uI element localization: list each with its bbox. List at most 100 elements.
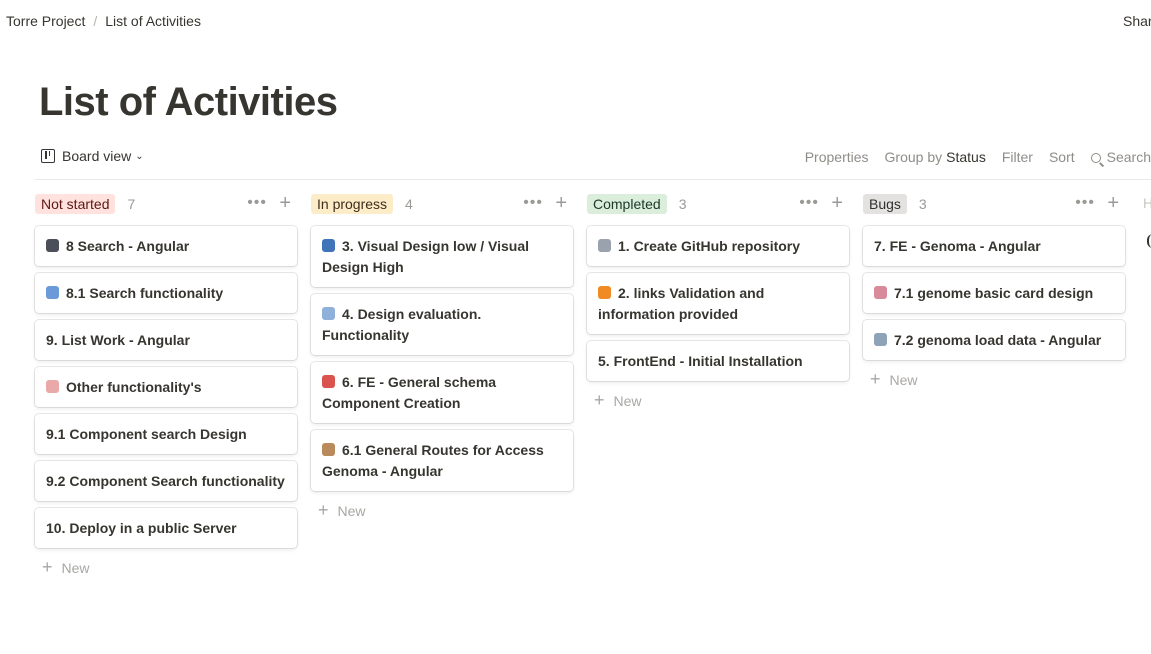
- board-card[interactable]: 5. FrontEnd - Initial Installation: [587, 341, 849, 381]
- board-card[interactable]: 2. links Validation and information prov…: [587, 273, 849, 334]
- column-header: Not started 7 ••• +: [35, 192, 297, 215]
- card-title: 8 Search - Angular: [66, 238, 190, 254]
- new-card-label: New: [889, 371, 918, 388]
- card-title: 3. Visual Design low / Visual Design Hig…: [322, 238, 529, 275]
- card-title: 9. List Work - Angular: [46, 332, 190, 348]
- new-card-button[interactable]: + New: [863, 369, 1125, 390]
- add-card-icon[interactable]: +: [555, 192, 567, 215]
- column-header: In progress 4 ••• +: [311, 192, 573, 215]
- top-bar: Torre Project / List of Activities Shar: [0, 0, 1151, 42]
- toolbar-divider: [35, 179, 1151, 180]
- notepad-icon: [598, 239, 611, 252]
- board-column: In progress 4 ••• +3. Visual Design low / V…: [311, 192, 573, 521]
- card-title: Other functionality's: [66, 379, 202, 395]
- card-title: 1. Create GitHub repository: [618, 238, 801, 254]
- view-actions: Properties Group by Status Filter Sort Se…: [789, 149, 1151, 165]
- search-label: Search: [1106, 149, 1151, 165]
- board-view-icon: [41, 149, 55, 163]
- plus-icon: +: [870, 369, 881, 389]
- board-column: Completed 3 ••• +1. Create GitHub repositor…: [587, 192, 849, 411]
- board-card[interactable]: 9.2 Component Search functionality: [35, 461, 297, 501]
- board-card[interactable]: 8.1 Search functionality: [35, 273, 297, 313]
- card-title: 8.1 Search functionality: [66, 285, 224, 301]
- baseball-icon: [46, 380, 59, 393]
- board-card[interactable]: 9.1 Component search Design: [35, 414, 297, 454]
- card-title: 4. Design evaluation. Functionality: [322, 306, 482, 343]
- column-count: 4: [405, 196, 413, 212]
- board-card[interactable]: 4. Design evaluation. Functionality: [311, 294, 573, 355]
- magnifier-icon: [46, 286, 59, 299]
- board-card[interactable]: 7.2 genoma load data - Angular: [863, 320, 1125, 360]
- search-icon: [1090, 153, 1101, 163]
- board-column: Not started 7 ••• +8 Search - Angular 8.1 Se…: [35, 192, 297, 578]
- breadcrumb-current[interactable]: List of Activities: [105, 13, 201, 29]
- breadcrumb-root[interactable]: Torre Project: [6, 13, 85, 29]
- board-card[interactable]: 3. Visual Design low / Visual Design Hig…: [311, 226, 573, 287]
- card-title: 9.2 Component Search functionality: [46, 473, 285, 489]
- view-toolbar: Board view ⌄ Properties Group by Status F…: [35, 144, 1151, 172]
- card-title: 6.1 General Routes for Access Genoma - A…: [322, 442, 544, 479]
- book-icon: [874, 286, 887, 299]
- board-card[interactable]: Other functionality's: [35, 367, 297, 407]
- page-title[interactable]: List of Activities: [39, 80, 338, 125]
- card-title: 5. FrontEnd - Initial Installation: [598, 353, 803, 369]
- more-options-icon[interactable]: •••: [247, 194, 267, 212]
- board-card[interactable]: 10. Deploy in a public Server: [35, 508, 297, 548]
- next-column-hint: H: [1143, 195, 1151, 211]
- card-title: 9.1 Component search Design: [46, 426, 247, 442]
- board-card[interactable]: 7. FE - Genoma - Angular: [863, 226, 1125, 266]
- card-title: 2. links Validation and information prov…: [598, 285, 765, 322]
- status-badge[interactable]: Bugs: [863, 194, 907, 214]
- sort-button[interactable]: Sort: [1049, 149, 1075, 165]
- group-by-button[interactable]: Group by Status: [885, 149, 986, 165]
- add-card-icon[interactable]: +: [279, 192, 291, 215]
- paintbrush-icon: [322, 375, 335, 388]
- status-badge[interactable]: Completed: [587, 194, 667, 214]
- column-count: 7: [127, 196, 136, 212]
- board-card[interactable]: 6.1 General Routes for Access Genoma - A…: [311, 430, 573, 491]
- card-title: 10. Deploy in a public Server: [46, 520, 237, 536]
- properties-button[interactable]: Properties: [805, 149, 869, 165]
- new-card-button[interactable]: + New: [35, 557, 297, 578]
- status-badge[interactable]: Not started: [35, 194, 116, 214]
- status-badge[interactable]: In progress: [311, 194, 394, 214]
- board-column: Bugs 3 ••• +7. FE - Genoma - Angular 7.1 gen…: [863, 192, 1125, 390]
- more-options-icon[interactable]: •••: [1075, 194, 1095, 212]
- board-card[interactable]: 6. FE - General schema Component Creatio…: [311, 362, 573, 423]
- view-switcher[interactable]: Board view ⌄: [41, 148, 144, 164]
- new-card-button[interactable]: + New: [311, 500, 573, 521]
- new-card-label: New: [61, 559, 90, 576]
- search-button[interactable]: Search: [1090, 149, 1151, 165]
- plus-icon: +: [594, 390, 605, 410]
- board-card[interactable]: 1. Create GitHub repository: [587, 226, 849, 266]
- column-header: Completed 3 ••• +: [587, 192, 849, 215]
- page: Torre Project / List of Activities Shar …: [0, 0, 1151, 654]
- add-card-icon[interactable]: +: [1107, 192, 1119, 215]
- board-card[interactable]: 9. List Work - Angular: [35, 320, 297, 360]
- fire-icon: [598, 286, 611, 299]
- column-count: 3: [918, 196, 927, 212]
- plus-icon: +: [318, 500, 329, 520]
- view-name: Board view: [62, 148, 132, 164]
- filter-button[interactable]: Filter: [1002, 149, 1033, 165]
- more-options-icon[interactable]: •••: [523, 194, 543, 212]
- card-title: 7.2 genoma load data - Angular: [894, 332, 1102, 348]
- group-by-label: Group by: [884, 149, 943, 165]
- share-button[interactable]: Shar: [1123, 13, 1151, 29]
- card-title: 7. FE - Genoma - Angular: [874, 238, 1041, 254]
- board-card[interactable]: 8 Search - Angular: [35, 226, 297, 266]
- more-options-icon[interactable]: •••: [799, 194, 819, 212]
- person-icon: [322, 443, 335, 456]
- card-title: 6. FE - General schema Component Creatio…: [322, 374, 497, 411]
- card-list: 7. FE - Genoma - Angular 7.1 genome basic…: [863, 226, 1125, 360]
- card-list: 3. Visual Design low / Visual Design Hig…: [311, 226, 573, 491]
- card-list: 8 Search - Angular 8.1 Search functionali…: [35, 226, 297, 548]
- breadcrumb: Torre Project / List of Activities: [6, 13, 201, 29]
- new-card-button[interactable]: + New: [587, 390, 849, 411]
- card-title: 7.1 genome basic card design: [894, 285, 1094, 301]
- add-card-icon[interactable]: +: [831, 192, 843, 215]
- new-card-label: New: [613, 392, 642, 409]
- chevron-down-icon: ⌄: [135, 150, 144, 162]
- card-list: 1. Create GitHub repository 2. links Vali…: [587, 226, 849, 381]
- board-card[interactable]: 7.1 genome basic card design: [863, 273, 1125, 313]
